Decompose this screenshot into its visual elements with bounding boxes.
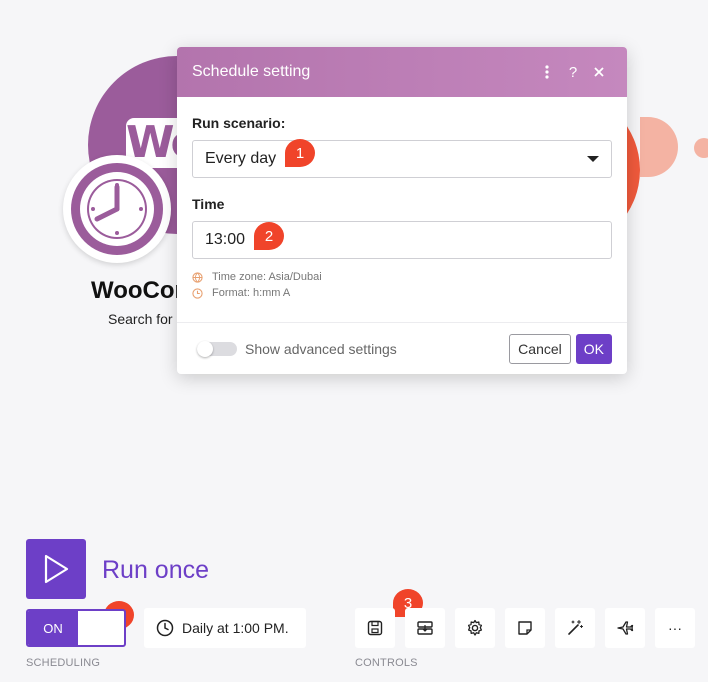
module-title: WooCommerce [91, 277, 179, 304]
schedule-summary-text: Daily at 1:00 PM. [182, 620, 289, 636]
clock-icon [192, 287, 203, 299]
close-icon[interactable] [586, 59, 612, 85]
advanced-settings-toggle[interactable] [197, 340, 237, 357]
dialog-footer: Show advanced settings Cancel OK [177, 322, 627, 374]
dialog-header: Schedule setting ? [177, 47, 627, 97]
scheduler-clock-icon[interactable] [63, 155, 171, 263]
format-hint: Format: h:mm A [192, 287, 612, 299]
advanced-settings-label[interactable]: Show advanced settings [245, 341, 509, 357]
globe-icon [192, 271, 203, 283]
dialog-title: Schedule setting [192, 63, 311, 80]
scheduling-toggle[interactable]: ON [26, 609, 126, 647]
save-button[interactable] [355, 608, 395, 648]
chevron-down-icon [587, 156, 599, 162]
notes-button[interactable] [505, 608, 545, 648]
run-scenario-select[interactable]: Every day [192, 140, 612, 178]
more-button[interactable]: ··· [655, 608, 695, 648]
time-label: Time [192, 196, 225, 212]
clock-icon [156, 619, 174, 637]
save-icon [367, 620, 383, 636]
timezone-hint-text: Time zone: Asia/Dubai [212, 271, 322, 283]
settings-gear-icon [467, 619, 483, 636]
callout-marker-1: 1 [285, 139, 315, 167]
module-subtitle: Search for [108, 311, 173, 327]
format-hint-text: Format: h:mm A [212, 287, 291, 299]
airplane-icon [617, 621, 634, 635]
ok-button[interactable]: OK [575, 333, 612, 364]
scenario-settings-button[interactable] [455, 608, 495, 648]
run-scenario-value: Every day [205, 150, 277, 167]
more-icon: ··· [668, 620, 682, 636]
schedule-setting-dialog: Schedule setting ? Run scenario: Every d… [177, 47, 627, 374]
time-value: 13:00 [205, 231, 246, 248]
scheduling-section-label: SCHEDULING [26, 657, 101, 669]
notes-icon [518, 621, 532, 635]
run-once-button[interactable] [26, 539, 86, 599]
scheduling-toggle-on-label: ON [28, 611, 78, 645]
run-once-label[interactable]: Run once [102, 556, 209, 585]
callout-marker-2: 2 [254, 222, 284, 250]
cancel-button[interactable]: Cancel [509, 333, 571, 364]
next-module-handle[interactable] [694, 138, 708, 158]
magic-wand-icon [568, 619, 584, 635]
controls-section-label: CONTROLS [355, 657, 418, 669]
explain-flow-button[interactable] [555, 608, 595, 648]
help-icon[interactable]: ? [560, 59, 586, 85]
run-scenario-label: Run scenario: [192, 115, 286, 131]
flow-control-button[interactable] [605, 608, 645, 648]
next-module-connector [640, 117, 678, 177]
schedule-summary-button[interactable]: Daily at 1:00 PM. [144, 608, 306, 648]
timezone-hint: Time zone: Asia/Dubai [192, 271, 612, 283]
auto-align-button[interactable] [405, 608, 445, 648]
kebab-menu-icon[interactable] [534, 59, 560, 85]
autoalign-icon [417, 621, 433, 635]
